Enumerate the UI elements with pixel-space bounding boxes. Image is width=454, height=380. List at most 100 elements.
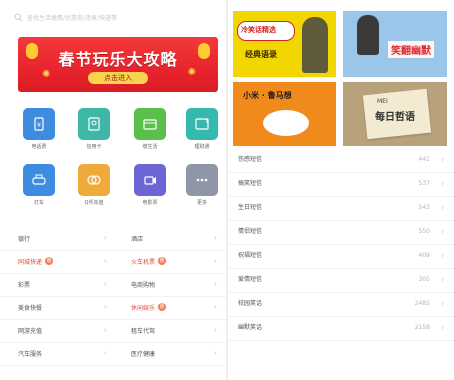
more-icon (196, 178, 208, 182)
chevron-right-icon: › (441, 228, 444, 236)
sms-category-row[interactable]: 爱情短信 305 › (228, 268, 454, 293)
search-icon (14, 12, 23, 21)
sms-category-count: 543 (418, 204, 430, 211)
service-item-label: 医疗健康 (131, 350, 156, 358)
service-row: 美食快餐 › 休闲娱乐惠 › (0, 296, 226, 320)
grid-item[interactable]: 电影票 (128, 164, 172, 214)
person-figure (302, 17, 328, 73)
grid-icon-tile: ¥ (23, 108, 55, 140)
service-item[interactable]: 美食快餐 (18, 296, 42, 318)
chevron-right-icon: › (104, 349, 107, 357)
service-item[interactable]: 彩票 (18, 273, 30, 295)
service-item[interactable]: 租车代驾 (131, 319, 155, 341)
chevron-right-icon: › (104, 234, 107, 242)
grid-item-label: 打车 (33, 200, 44, 206)
tile-xiaomi[interactable]: 小米 · 鲁马想 (233, 82, 336, 146)
tile-logo-text: 冷笑话精选 (241, 26, 276, 34)
grid-item[interactable]: 更多 (180, 164, 224, 214)
promo-badge: 惠 (158, 257, 167, 265)
sms-category-name: 搞笑短信 (238, 180, 263, 187)
service-item-label: 电商购物 (131, 281, 156, 289)
chevron-right-icon: › (104, 326, 107, 334)
sms-category-row[interactable]: 祝福短信 409 › (228, 244, 454, 269)
tile-classic-quotes[interactable]: 冷笑话精选 经典语录 (233, 11, 336, 77)
grid-item-label: Q币充值 (84, 200, 104, 206)
spring-festival-banner[interactable]: ✺ ✺ 春节玩乐大攻略 点击进入 (18, 37, 218, 92)
sms-category-name: 伤感短信 (238, 156, 263, 163)
grid-item[interactable]: 理财通 (180, 108, 224, 158)
grid-icon-tile (134, 108, 166, 140)
chevron-right-icon: › (441, 252, 444, 260)
sms-category-row[interactable]: 生日短信 543 › (228, 196, 454, 221)
service-item-label: 同城快递 (18, 258, 43, 266)
sms-category-count: 537 (418, 180, 430, 187)
wallet-icon (143, 119, 157, 130)
service-item[interactable]: 酒店 (131, 227, 143, 249)
grid-icon-tile (186, 108, 218, 140)
sms-category-row[interactable]: 幽默笑话 2158 › (228, 316, 454, 341)
tile-caption: 每日哲语 (375, 112, 415, 123)
service-item-label: 休闲娱乐 (131, 304, 156, 312)
service-item[interactable]: 同城快递惠 (18, 250, 54, 272)
service-item[interactable]: 汽车服务 (18, 342, 42, 364)
service-item[interactable]: 网游充值 (18, 319, 42, 341)
grid-item-label: 电话费 (31, 144, 47, 150)
chevron-right-icon: › (441, 180, 444, 188)
sms-category-row[interactable]: 搞笑短信 537 › (228, 172, 454, 197)
chevron-right-icon: › (214, 326, 217, 334)
banner-enter-button[interactable]: 点击进入 (88, 72, 148, 84)
grid-item[interactable]: 缴生活 (128, 108, 172, 158)
sms-category-name: 情侣短信 (238, 228, 263, 235)
chevron-right-icon: › (441, 324, 444, 332)
svg-text:¥: ¥ (37, 122, 41, 129)
sms-category-row[interactable]: 情侣短信 550 › (228, 220, 454, 245)
service-item-label: 美食快餐 (18, 304, 43, 312)
grid-item-label: 缴生活 (142, 144, 158, 150)
tile-caption: 小米 · 鲁马想 (243, 91, 292, 100)
service-row: 网游充值 › 租车代驾 › (0, 319, 226, 343)
service-row: 同城快递惠 › 火车机票惠 › (0, 250, 226, 274)
service-item[interactable]: 电商购物 (131, 273, 155, 295)
promo-badge: 惠 (45, 257, 54, 265)
grid-item[interactable]: ¥ 电话费 (17, 108, 61, 158)
grid-item-label: 理财通 (194, 144, 210, 150)
grid-item[interactable]: 打车 (17, 164, 61, 214)
sms-category-row[interactable]: 伤感短信 441 › (228, 148, 454, 173)
tile-daily-philosophy[interactable]: MEI 每日哲语 (343, 82, 447, 146)
sms-category-name: 祝福短信 (238, 252, 263, 259)
chevron-right-icon: › (104, 280, 107, 288)
phone-bill-icon: ¥ (34, 117, 44, 131)
grid-item[interactable]: 信用卡 (72, 108, 116, 158)
grid-icon-tile (23, 164, 55, 196)
sms-category-count: 441 (418, 156, 430, 163)
pig-illustration (263, 110, 309, 136)
tile-sub: MEI (377, 98, 388, 105)
chevron-right-icon: › (441, 156, 444, 164)
sms-category-row[interactable]: 校园笑话 2485 › (228, 292, 454, 317)
grid-icon-tile (78, 108, 110, 140)
service-row: 彩票 › 电商购物 › (0, 273, 226, 297)
service-item[interactable]: 银行 (18, 227, 30, 249)
taxi-icon (32, 174, 46, 185)
service-item[interactable]: 医疗健康 (131, 342, 155, 364)
credit-card-icon (88, 117, 100, 131)
service-item-label: 酒店 (131, 235, 144, 243)
search-bar[interactable]: 查找生活缴费/优惠券/违章/快递等 (14, 8, 212, 26)
service-row: 银行 › 酒店 › (0, 227, 226, 251)
service-item[interactable]: 火车机票惠 (131, 250, 167, 272)
sms-category-name: 校园笑话 (238, 300, 263, 307)
grid-icon-tile (186, 164, 218, 196)
tile-caption: 经典语录 (245, 50, 277, 59)
service-item-label: 网游充值 (18, 327, 43, 335)
service-item-label: 汽车服务 (18, 350, 43, 358)
movie-icon (144, 176, 156, 185)
tile-caption: 笑翻幽默 (388, 41, 434, 58)
left-screen: 查找生活缴费/优惠券/违章/快递等 ✺ ✺ 春节玩乐大攻略 点击进入 ¥ 电话费 信… (0, 0, 226, 380)
chevron-right-icon: › (214, 234, 217, 242)
grid-item[interactable]: Q币充值 (72, 164, 116, 214)
chevron-right-icon: › (214, 257, 217, 265)
tile-funny-humor[interactable]: 笑翻幽默 (343, 11, 447, 77)
service-item[interactable]: 休闲娱乐惠 (131, 296, 167, 318)
search-placeholder: 查找生活缴费/优惠券/违章/快递等 (27, 14, 118, 22)
person-figure (357, 15, 379, 55)
